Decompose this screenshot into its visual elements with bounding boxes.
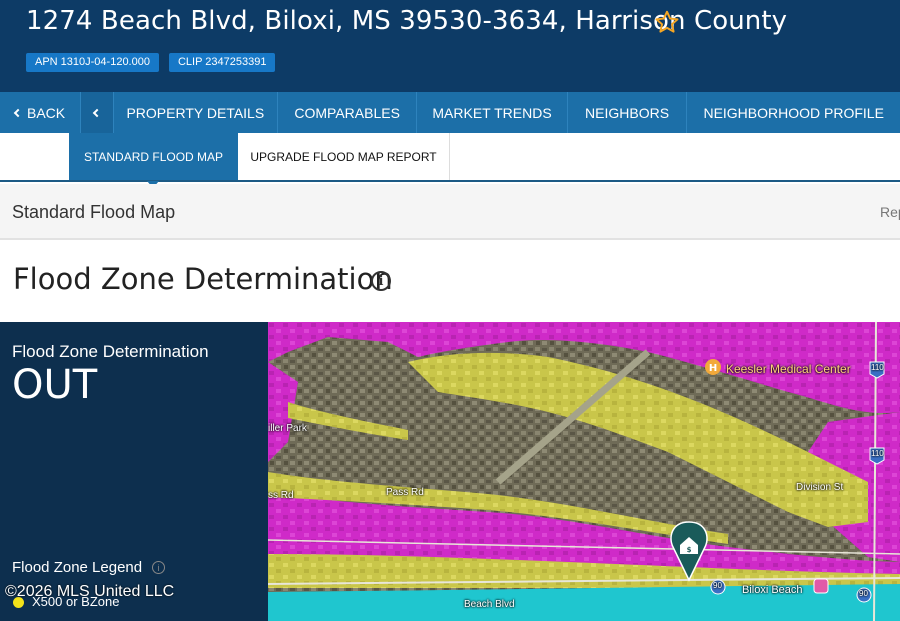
map-label-biloxi-beach: Biloxi Beach	[742, 584, 803, 596]
legend-title: Flood Zone Legend	[12, 559, 143, 576]
map-label-park: iller Park	[268, 423, 307, 434]
tab-standard-flood-map[interactable]: STANDARD FLOOD MAP	[69, 133, 238, 188]
svg-text:H: H	[709, 363, 717, 374]
nav-scroll-left-button[interactable]	[81, 92, 114, 133]
section-header: Standard Flood Map Rep	[0, 184, 900, 240]
flood-map[interactable]: H $ Keesler Medical Center iller Park ss…	[268, 322, 900, 621]
section-title: Standard Flood Map	[12, 202, 176, 222]
favorite-star-icon[interactable]	[654, 9, 680, 35]
map-label-division-st: Division St	[796, 482, 844, 493]
report-link[interactable]: Rep	[880, 204, 900, 220]
flood-status-panel: Flood Zone Determination OUT Flood Zone …	[0, 322, 268, 621]
page-title: Flood Zone Determination	[13, 262, 393, 296]
flood-determination-label: Flood Zone Determination	[12, 342, 209, 361]
chevron-left-icon	[13, 108, 23, 117]
flood-subtabs: STANDARD FLOOD MAP UPGRADE FLOOD MAP REP…	[0, 133, 900, 188]
tab-neighborhood-profile[interactable]: NEIGHBORHOOD PROFILE	[687, 92, 900, 133]
beach-icon	[813, 578, 829, 594]
map-label-hwy-90-b: 90	[859, 589, 868, 598]
map-label-hospital: Keesler Medical Center	[726, 362, 851, 376]
tab-property-details[interactable]: PROPERTY DETAILS	[114, 92, 278, 133]
map-label-hwy-110-b: 110	[871, 449, 884, 458]
tab-neighbors[interactable]: NEIGHBORS	[568, 92, 688, 133]
copyright-watermark: ©2026 MLS United LLC	[5, 583, 175, 600]
map-label-pass-rd-2: Pass Rd	[386, 487, 424, 498]
back-button[interactable]: BACK	[0, 92, 82, 133]
property-header: 1274 Beach Blvd, Biloxi, MS 39530-3634, …	[0, 0, 900, 92]
back-label: BACK	[26, 104, 66, 121]
map-label-hwy-90-a: 90	[713, 581, 722, 590]
map-label-pass-rd-1: ss Rd	[268, 490, 294, 501]
tab-market-trends[interactable]: MARKET TRENDS	[417, 92, 568, 133]
svg-text:$: $	[687, 546, 692, 554]
clip-badge: CLIP 2347253391	[168, 53, 276, 72]
tab-upgrade-flood-map-report[interactable]: UPGRADE FLOOD MAP REPORT	[238, 133, 450, 180]
main-nav: BACK PROPERTY DETAILS COMPARABLES MARKET…	[0, 92, 900, 133]
map-label-hwy-110-a: 110	[871, 363, 884, 372]
map-label-beach-blvd: Beach Blvd	[464, 599, 515, 610]
chevron-left-icon	[92, 108, 102, 117]
tab-comparables[interactable]: COMPARABLES	[278, 92, 418, 133]
info-icon[interactable]: i	[371, 271, 391, 291]
legend-info-icon[interactable]: i	[152, 561, 165, 574]
flood-determination-value: OUT	[12, 362, 98, 408]
apn-badge: APN 1310J-04-120.000	[26, 53, 159, 72]
